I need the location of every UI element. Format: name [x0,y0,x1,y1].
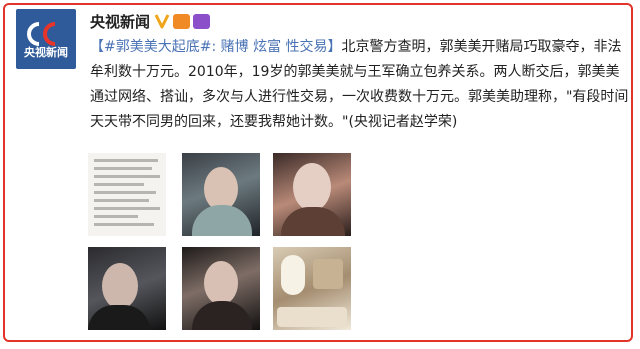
member-badge-icon[interactable] [173,13,191,29]
room-table [277,307,347,327]
portrait-body [88,305,150,330]
portrait-body [192,301,252,330]
thumb-portrait-2[interactable] [273,153,351,236]
portrait-image-icon [204,261,238,305]
room-shelf [313,259,343,289]
document-line [94,175,160,178]
document-line [94,223,154,226]
portrait-body [281,207,345,236]
portrait-image-icon [293,163,331,211]
thumb-portrait-1[interactable] [182,153,260,236]
verified-icon [154,14,170,29]
document-line [94,207,160,210]
thumb-portrait-3[interactable] [182,247,260,330]
thumb-car-selfie[interactable] [88,247,166,330]
thumb-room[interactable] [273,247,351,330]
account-name[interactable]: 央视新闻 [90,11,150,32]
room-image-icon [281,255,305,295]
tv-badge-icon[interactable] [193,13,211,29]
thumb-document[interactable] [88,153,166,236]
post-text: 【#郭美美大起底#: 赌博 炫富 性交易】北京警方查明，郭美美开赌局巧取豪夺，非… [90,35,630,135]
document-line [94,159,158,162]
topic-link[interactable]: 【#郭美美大起底#: 赌博 炫富 性交易】 [90,39,342,55]
document-line [94,167,152,170]
document-line [94,183,144,186]
document-line [94,215,138,218]
portrait-image-icon [102,263,138,309]
avatar-label: 央视新闻 [24,46,68,59]
document-line [94,199,149,202]
portrait-body [192,205,252,236]
name-row: 央视新闻 [90,9,211,33]
avatar[interactable]: 央视新闻 [16,9,76,69]
document-line [94,191,156,194]
